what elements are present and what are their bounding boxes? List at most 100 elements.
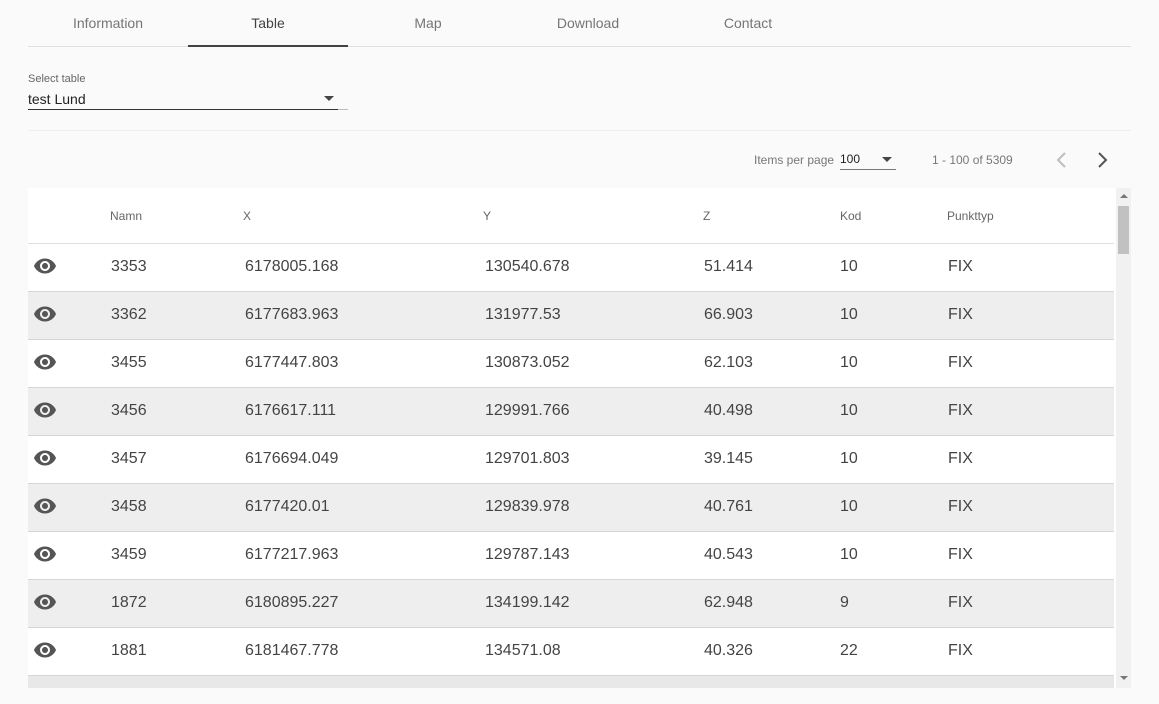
scrollbar-thumb[interactable] <box>1118 206 1129 254</box>
cell-y: 129991.766 <box>485 402 570 419</box>
vertical-scrollbar[interactable] <box>1116 188 1131 688</box>
table-row[interactable]: 3362 6177683.963 131977.53 66.903 10 FIX <box>28 292 1114 340</box>
paginator: Items per page 100 1 - 100 of 5309 <box>28 140 1131 180</box>
dropdown-arrow-icon <box>324 96 334 101</box>
cell-namn: 3458 <box>111 498 147 515</box>
cell-kod: 10 <box>840 450 858 467</box>
cell-x: 6180895.227 <box>245 594 339 611</box>
cell-punkttyp: FIX <box>948 402 973 419</box>
cell-x: 6177683.963 <box>245 306 339 323</box>
divider <box>28 130 1131 131</box>
cell-punkttyp: FIX <box>948 498 973 515</box>
tab-download[interactable]: Download <box>508 0 668 46</box>
cell-z: 40.498 <box>704 402 753 419</box>
cell-z: 40.326 <box>704 642 753 659</box>
horizontal-scrollbar[interactable] <box>28 676 1114 688</box>
cell-punkttyp: FIX <box>948 642 973 659</box>
table-row[interactable]: 3456 6176617.111 129991.766 40.498 10 FIX <box>28 388 1114 436</box>
chevron-right-icon <box>1098 152 1108 168</box>
cell-y: 129701.803 <box>485 450 570 467</box>
page-range-label: 1 - 100 of 5309 <box>932 153 1013 167</box>
table-row[interactable]: 3353 6178005.168 130540.678 51.414 10 FIX <box>28 244 1114 292</box>
data-table: Namn X Y Z Kod Punkttyp 3353 6178005.168 1… <box>28 188 1131 688</box>
next-page-button[interactable] <box>1090 148 1114 172</box>
eye-icon[interactable] <box>33 446 57 470</box>
cell-punkttyp: FIX <box>948 258 973 275</box>
header-x[interactable]: X <box>243 209 251 223</box>
table-row[interactable]: 1872 6180895.227 134199.142 62.948 9 FIX <box>28 580 1114 628</box>
cell-namn: 1881 <box>111 642 147 659</box>
tab-bar: Information Table Map Download Contact <box>28 0 1131 47</box>
cell-z: 39.145 <box>704 450 753 467</box>
cell-x: 6176617.111 <box>245 402 337 419</box>
cell-namn: 3456 <box>111 402 147 419</box>
cell-namn: 3455 <box>111 354 147 371</box>
scroll-down-icon[interactable] <box>1120 676 1128 680</box>
cell-x: 6181467.778 <box>245 642 339 659</box>
tab-information[interactable]: Information <box>28 0 188 46</box>
cell-x: 6177447.803 <box>245 354 339 371</box>
items-per-page-label: Items per page <box>754 153 835 167</box>
cell-x: 6176694.049 <box>245 450 339 467</box>
previous-page-button[interactable] <box>1050 148 1074 172</box>
cell-namn: 3459 <box>111 546 147 563</box>
table-row[interactable]: 3458 6177420.01 129839.978 40.761 10 FIX <box>28 484 1114 532</box>
header-y[interactable]: Y <box>483 209 491 223</box>
table-select: Select table test Lund <box>28 73 348 110</box>
cell-y: 130540.678 <box>485 258 570 275</box>
eye-icon[interactable] <box>33 350 57 374</box>
header-kod[interactable]: Kod <box>840 209 861 223</box>
cell-kod: 10 <box>840 546 858 563</box>
cell-x: 6177217.963 <box>245 546 339 563</box>
eye-icon[interactable] <box>33 302 57 326</box>
select-underline <box>338 109 348 110</box>
cell-z: 66.903 <box>704 306 753 323</box>
cell-punkttyp: FIX <box>948 450 973 467</box>
cell-y: 134199.142 <box>485 594 570 611</box>
cell-x: 6178005.168 <box>245 258 339 275</box>
items-per-page-select[interactable]: 100 <box>840 152 896 170</box>
cell-kod: 10 <box>840 498 858 515</box>
dropdown-arrow-icon <box>882 157 892 162</box>
cell-y: 129839.978 <box>485 498 570 515</box>
table-row[interactable]: 3459 6177217.963 129787.143 40.543 10 FIX <box>28 532 1114 580</box>
eye-icon[interactable] <box>33 638 57 662</box>
cell-kod: 10 <box>840 402 858 419</box>
header-punkttyp[interactable]: Punkttyp <box>947 209 994 223</box>
chevron-left-icon <box>1056 152 1066 168</box>
tab-contact[interactable]: Contact <box>668 0 828 46</box>
eye-icon[interactable] <box>33 254 57 278</box>
scroll-up-icon[interactable] <box>1120 194 1128 198</box>
cell-z: 40.543 <box>704 546 753 563</box>
cell-kod: 10 <box>840 258 858 275</box>
table-row[interactable]: 1881 6181467.778 134571.08 40.326 22 FIX <box>28 628 1114 676</box>
table-row[interactable]: 3457 6176694.049 129701.803 39.145 10 FIX <box>28 436 1114 484</box>
cell-z: 40.761 <box>704 498 753 515</box>
cell-namn: 1872 <box>111 594 147 611</box>
items-per-page-value: 100 <box>840 152 861 166</box>
tab-table[interactable]: Table <box>188 0 348 47</box>
table-header: Namn X Y Z Kod Punkttyp <box>28 188 1114 244</box>
eye-icon[interactable] <box>33 398 57 422</box>
cell-punkttyp: FIX <box>948 546 973 563</box>
table-select-value: test Lund <box>28 90 86 107</box>
cell-x: 6177420.01 <box>245 498 330 515</box>
cell-namn: 3353 <box>111 258 147 275</box>
eye-icon[interactable] <box>33 494 57 518</box>
header-z[interactable]: Z <box>703 209 710 223</box>
cell-punkttyp: FIX <box>948 354 973 371</box>
cell-kod: 22 <box>840 642 858 659</box>
tab-map[interactable]: Map <box>348 0 508 46</box>
table-select-field[interactable]: test Lund <box>28 88 338 110</box>
cell-y: 129787.143 <box>485 546 570 563</box>
eye-icon[interactable] <box>33 590 57 614</box>
cell-namn: 3362 <box>111 306 147 323</box>
cell-y: 131977.53 <box>485 306 561 323</box>
header-namn[interactable]: Namn <box>110 209 142 223</box>
eye-icon[interactable] <box>33 542 57 566</box>
cell-y: 134571.08 <box>485 642 561 659</box>
cell-kod: 10 <box>840 354 858 371</box>
table-row[interactable]: 3455 6177447.803 130873.052 62.103 10 FIX <box>28 340 1114 388</box>
cell-y: 130873.052 <box>485 354 570 371</box>
cell-z: 51.414 <box>704 258 753 275</box>
